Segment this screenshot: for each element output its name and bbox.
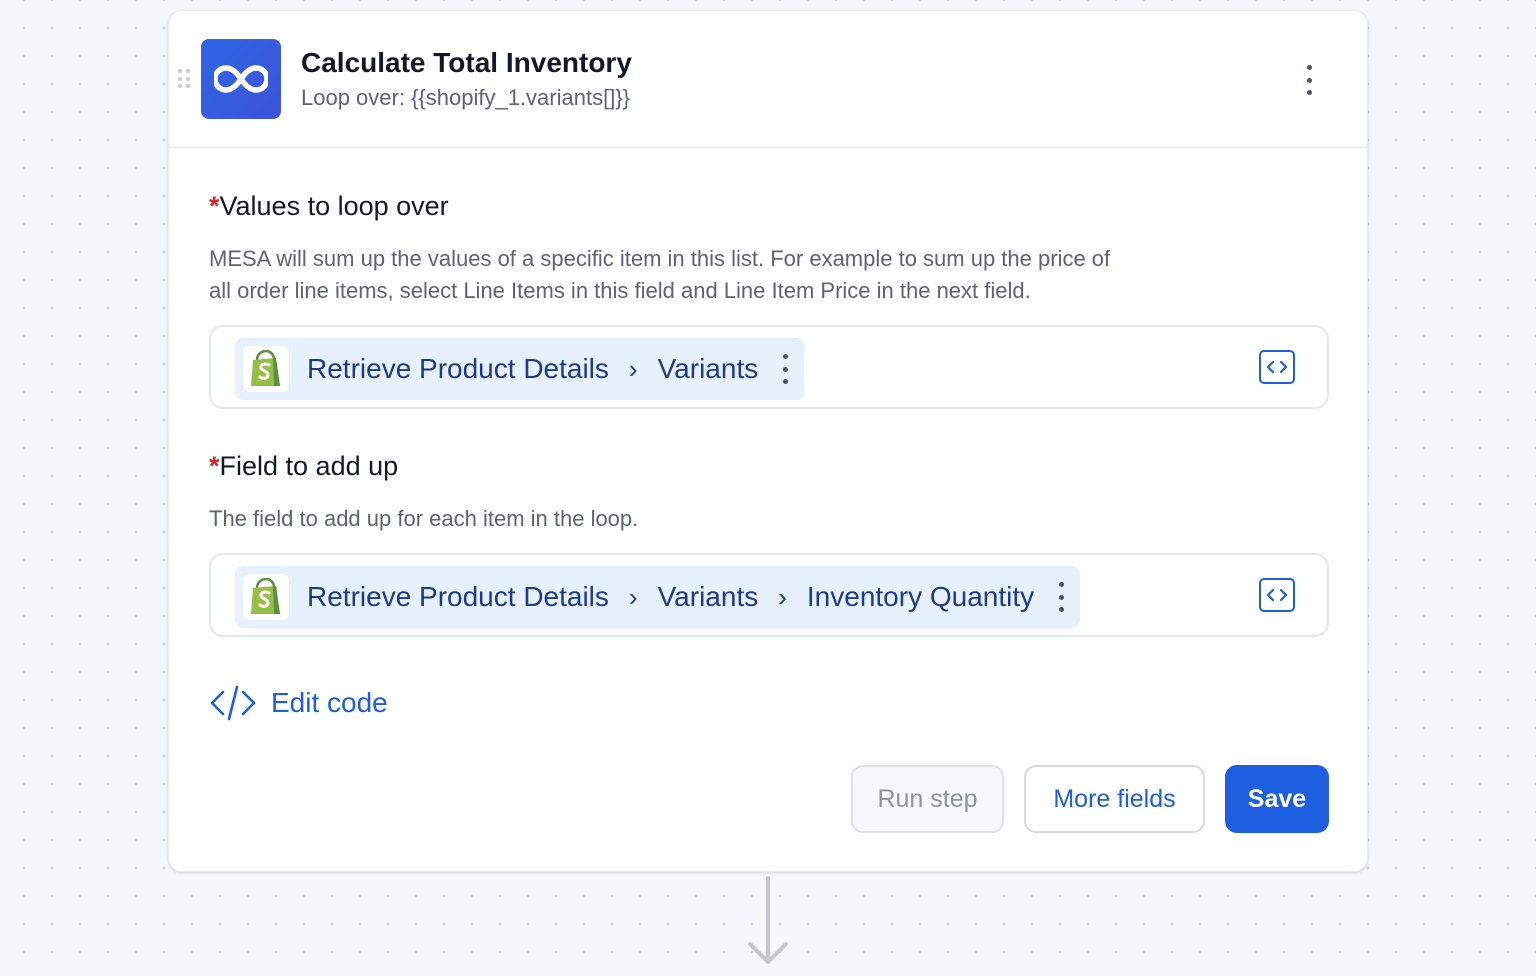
loop-infinity-icon	[201, 39, 281, 119]
token-menu-icon[interactable]	[780, 354, 790, 384]
step-subtitle: Loop over: {{shopify_1.variants[]}}	[301, 85, 631, 110]
edit-code-link[interactable]: Edit code	[209, 683, 388, 723]
required-marker: *	[209, 191, 220, 221]
save-button[interactable]: Save	[1225, 765, 1329, 833]
field-label-text: Values to loop over	[219, 191, 449, 221]
field-label-values: *Values to loop over	[209, 191, 449, 222]
step-header: Calculate Total Inventory Loop over: {{s…	[169, 11, 1367, 148]
run-step-button[interactable]: Run step	[851, 765, 1004, 833]
code-toggle-icon[interactable]	[1259, 578, 1295, 612]
variable-token[interactable]: Retrieve Product Details › Variants › In…	[235, 566, 1081, 628]
chevron-right-icon: ›	[778, 581, 787, 612]
field-label-add-up: *Field to add up	[209, 451, 398, 482]
field-to-add-up-field[interactable]: Retrieve Product Details › Variants › In…	[209, 553, 1329, 637]
description-line: all order line items, select Line Items …	[209, 278, 1031, 303]
code-icon	[210, 685, 256, 721]
step-title: Calculate Total Inventory	[301, 47, 632, 78]
code-toggle-icon[interactable]	[1259, 350, 1295, 384]
field-description-add-up: The field to add up for each item in the…	[209, 503, 1289, 535]
step-card: Calculate Total Inventory Loop over: {{s…	[168, 10, 1368, 872]
field-description-values: MESA will sum up the values of a specifi…	[209, 243, 1289, 307]
token-part: Retrieve Product Details	[307, 581, 609, 612]
arrow-down-icon	[748, 876, 788, 964]
token-part: Variants	[657, 581, 759, 612]
required-marker: *	[209, 451, 220, 481]
shopify-icon	[243, 574, 289, 620]
token-menu-icon[interactable]	[1056, 582, 1066, 612]
variable-token[interactable]: Retrieve Product Details › Variants	[235, 338, 805, 400]
token-part: Retrieve Product Details	[307, 353, 609, 384]
step-menu-icon[interactable]	[1299, 65, 1319, 95]
more-fields-button[interactable]: More fields	[1024, 765, 1205, 833]
chevron-right-icon: ›	[628, 581, 638, 612]
shopify-icon	[243, 346, 289, 392]
edit-code-label: Edit code	[271, 687, 388, 718]
field-label-text: Field to add up	[219, 451, 399, 481]
values-to-loop-field[interactable]: Retrieve Product Details › Variants	[209, 325, 1329, 409]
token-part: Variants	[657, 353, 759, 384]
description-line: The field to add up for each item in the…	[209, 506, 639, 531]
description-line: MESA will sum up the values of a specifi…	[209, 246, 1111, 271]
chevron-right-icon: ›	[628, 353, 638, 384]
token-part: Inventory Quantity	[806, 581, 1035, 612]
